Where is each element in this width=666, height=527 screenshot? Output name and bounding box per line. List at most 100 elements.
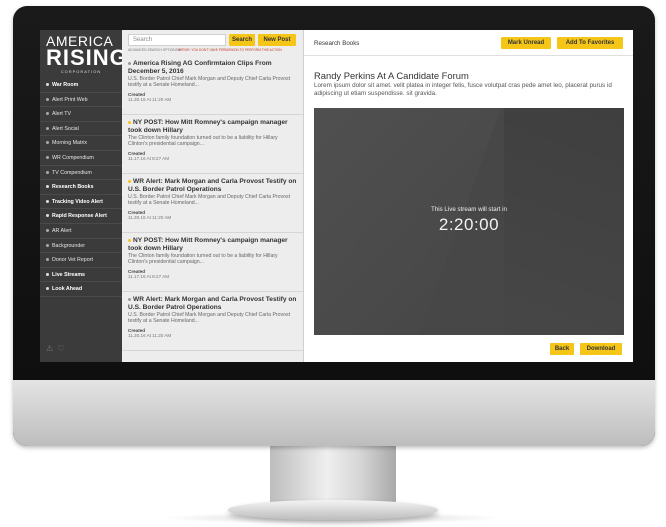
new-post-button[interactable]: New Post (258, 34, 296, 46)
post-list: America Rising AG Confirmtaion Clips Fro… (122, 56, 303, 351)
list-item[interactable]: NY POST: How Mitt Romney's campaign mana… (122, 115, 303, 174)
bullet-icon (46, 97, 49, 101)
bullet-icon (46, 287, 49, 291)
list-item[interactable]: NY POST: How Mitt Romney's campaign mana… (122, 233, 303, 292)
monitor-stand-neck (270, 446, 396, 508)
list-item-title: NY POST: How Mitt Romney's campaign mana… (128, 237, 298, 252)
mark-unread-button[interactable]: Mark Unread (501, 37, 551, 49)
sidebar-item-label: TV Compendium (52, 169, 92, 176)
logo-line-rising: RISING (46, 45, 128, 70)
bullet-icon (46, 83, 49, 87)
screen: AMERICA RISING CORPORATION War Room Alert… (40, 30, 633, 362)
bullet-icon (46, 272, 49, 276)
sidebar-item-label: Alert Social (52, 125, 79, 132)
bullet-icon (46, 258, 49, 262)
permission-error-text: ERROR: YOU DON'T HAVE PERMISSION TO PERF… (178, 48, 282, 52)
list-item-title-text: America Rising AG Confirmtaion Clips Fro… (128, 60, 272, 75)
back-button[interactable]: Back (550, 343, 574, 355)
sidebar-item-backgrounder[interactable]: Backgrounder (40, 239, 122, 254)
sidebar-item-label: Alert TV (52, 111, 72, 118)
sidebar-item-donor-vet-report[interactable]: Donor Vet Report (40, 253, 122, 268)
article-body: Lorem ipsum dolor sit amet. velit platea… (314, 82, 612, 97)
list-item-created-date: 11.17.16 At 8:27 AM (128, 156, 170, 161)
sidebar-item-label: Morning Matrix (52, 140, 88, 147)
bullet-icon (46, 229, 49, 233)
download-button[interactable]: Download (580, 343, 622, 355)
bullet-icon (46, 141, 49, 145)
sidebar-item-war-room[interactable]: War Room (40, 78, 122, 93)
heart-icon[interactable]: ♡ (57, 344, 64, 353)
sidebar-item-label: Backgrounder (52, 242, 85, 249)
list-item[interactable]: WR Alert: Mark Morgan and Carla Provost … (122, 292, 303, 351)
list-item-description: The Clinton family foundation turned out… (128, 135, 278, 147)
sidebar-item-wr-compendium[interactable]: WR Compendium (40, 151, 122, 166)
list-item-title-text: NY POST: How Mitt Romney's campaign mana… (128, 119, 288, 134)
list-item-created-date: 11.30.16 At 11:20 AM (128, 333, 172, 338)
sidebar-item-label: AR Alert (52, 227, 72, 234)
sidebar-item-tracking-video-alert[interactable]: Tracking Video Alert (40, 195, 122, 210)
bullet-icon (128, 120, 131, 124)
sidebar-item-label: War Room (52, 82, 79, 88)
list-item-description: U.S. Border Patrol Chief Mark Morgan and… (128, 76, 291, 88)
list-item-title: NY POST: How Mitt Romney's campaign mana… (128, 119, 298, 134)
sidebar-nav: War Room Alert Print Web Alert TV Alert Soc… (40, 78, 122, 297)
sidebar-item-label: Tracking Video Alert (52, 198, 103, 205)
list-item-created-date: 11.17.16 At 8:27 AM (128, 274, 170, 279)
sidebar-item-alert-tv[interactable]: Alert TV (40, 107, 122, 122)
list-item[interactable]: WR Alert: Mark Morgan and Carla Provost … (122, 174, 303, 233)
sidebar-item-morning-matrix[interactable]: Morning Matrix (40, 136, 122, 151)
list-item-title: WR Alert: Mark Morgan and Carla Provost … (128, 296, 298, 311)
bullet-icon (46, 170, 49, 174)
sidebar-item-ar-alert[interactable]: AR Alert (40, 224, 122, 239)
bullet-icon (128, 179, 131, 183)
sidebar-item-tv-compendium[interactable]: TV Compendium (40, 166, 122, 181)
article-title: Randy Perkins At A Candidate Forum (314, 70, 469, 81)
sidebar-item-live-streams[interactable]: Live Streams (40, 268, 122, 283)
bullet-icon (46, 185, 49, 189)
advanced-search-toggle[interactable]: ADVANCED SEARCH OPTIONS ▾ (128, 48, 181, 52)
sidebar-item-rapid-response-alert[interactable]: Rapid Response Alert (40, 209, 122, 224)
search-button[interactable]: Search (229, 34, 255, 46)
sidebar: AMERICA RISING CORPORATION War Room Alert… (40, 30, 128, 362)
search-input[interactable]: Search (128, 34, 226, 46)
bullet-icon (46, 126, 49, 130)
sidebar-item-label: Donor Vet Report (52, 257, 93, 264)
monitor-chin (13, 380, 655, 446)
list-item-title-text: NY POST: How Mitt Romney's campaign mana… (128, 237, 288, 252)
sidebar-item-alert-social[interactable]: Alert Social (40, 122, 122, 137)
list-item-title: WR Alert: Mark Morgan and Carla Provost … (128, 178, 298, 193)
section-label: Research Books (314, 40, 360, 47)
bullet-icon (128, 297, 131, 301)
monitor-stand-base (228, 500, 438, 520)
warning-icon[interactable]: ⚠ (46, 344, 53, 353)
sidebar-item-label: Rapid Response Alert (52, 213, 107, 220)
bullet-icon (46, 214, 49, 218)
sidebar-item-alert-print-web[interactable]: Alert Print Web (40, 93, 122, 108)
main-header: Research Books Mark Unread Add To Favori… (304, 30, 633, 56)
live-stream-player[interactable]: This Live stream will start in 2:20:00 (314, 108, 624, 335)
brand-logo[interactable]: AMERICA RISING CORPORATION (40, 30, 128, 76)
list-item-title: America Rising AG Confirmtaion Clips Fro… (128, 60, 298, 75)
bullet-icon (46, 199, 49, 203)
stream-start-text: This Live stream will start in (431, 206, 507, 213)
sidebar-item-label: Live Streams (52, 271, 85, 278)
bullet-icon (128, 238, 131, 242)
sidebar-item-label: Research Books (52, 184, 94, 191)
add-to-favorites-button[interactable]: Add To Favorites (557, 37, 623, 49)
list-item[interactable]: America Rising AG Confirmtaion Clips Fro… (122, 56, 303, 115)
sidebar-item-research-books[interactable]: Research Books (40, 180, 122, 195)
sidebar-item-label: Look Ahead (52, 286, 83, 293)
sidebar-item-label: Alert Print Web (52, 96, 88, 103)
sidebar-item-look-ahead[interactable]: Look Ahead (40, 282, 122, 297)
bullet-icon (46, 243, 49, 247)
list-item-description: The Clinton family foundation turned out… (128, 253, 278, 265)
stream-countdown: 2:20:00 (438, 215, 500, 234)
bullet-icon (46, 112, 49, 116)
list-item-title-text: WR Alert: Mark Morgan and Carla Provost … (128, 296, 297, 311)
list-item-title-text: WR Alert: Mark Morgan and Carla Provost … (128, 178, 297, 193)
post-list-panel: Search Search New Post ADVANCED SEARCH O… (122, 30, 304, 362)
sidebar-item-label: WR Compendium (52, 154, 94, 161)
list-item-description: U.S. Border Patrol Chief Mark Morgan and… (128, 312, 291, 324)
bullet-icon (46, 156, 49, 160)
sidebar-footer: ⚠ ♡ (46, 344, 68, 353)
